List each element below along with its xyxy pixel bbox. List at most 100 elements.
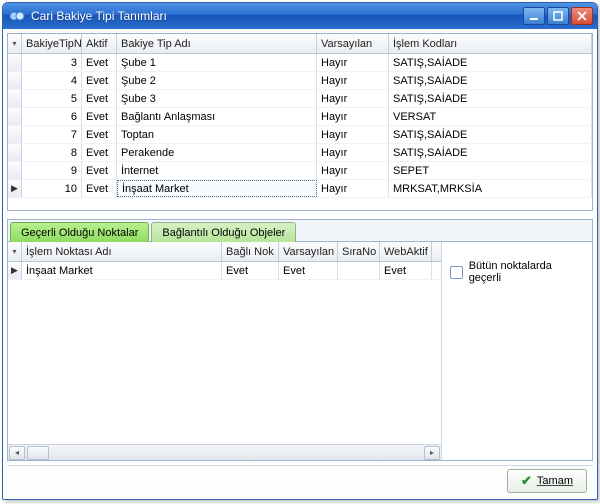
- cell[interactable]: Hayır: [317, 162, 389, 179]
- cell[interactable]: İnşaat Market: [117, 180, 317, 197]
- client-area: ▾ BakiyeTipNo Aktif Bakiye Tip Adı Varsa…: [3, 29, 597, 499]
- cell[interactable]: Evet: [279, 262, 338, 279]
- cell[interactable]: Evet: [82, 162, 117, 179]
- cell[interactable]: Evet: [222, 262, 279, 279]
- scroll-right-icon[interactable]: ▸: [424, 446, 440, 460]
- row-indicator: ▶: [8, 180, 22, 197]
- cell[interactable]: 8: [22, 144, 82, 161]
- cell[interactable]: 4: [22, 72, 82, 89]
- table-row[interactable]: 4EvetŞube 2HayırSATIŞ,SAİADE: [8, 72, 592, 90]
- cell[interactable]: Hayır: [317, 54, 389, 71]
- footer: ✔ Tamam: [7, 465, 593, 495]
- cell[interactable]: Şube 3: [117, 90, 317, 107]
- cell[interactable]: Evet: [380, 262, 432, 279]
- table-row[interactable]: 5EvetŞube 3HayırSATIŞ,SAİADE: [8, 90, 592, 108]
- detail-hscrollbar[interactable]: ◂ ▸: [8, 444, 441, 460]
- cell[interactable]: Evet: [82, 54, 117, 71]
- table-row[interactable]: 6EvetBağlantı AnlaşmasıHayırVERSAT: [8, 108, 592, 126]
- col-ad[interactable]: Bakiye Tip Adı: [117, 34, 317, 53]
- tab-strip: Geçerli Olduğu Noktalar Bağlantılı Olduğ…: [8, 220, 592, 242]
- table-row[interactable]: 9EvetİnternetHayırSEPET: [8, 162, 592, 180]
- grid-header: ▾ BakiyeTipNo Aktif Bakiye Tip Adı Varsa…: [8, 34, 592, 54]
- cell[interactable]: VERSAT: [389, 108, 592, 125]
- cell[interactable]: Hayır: [317, 126, 389, 143]
- cell[interactable]: SATIŞ,SAİADE: [389, 126, 592, 143]
- table-row[interactable]: ▶10Evetİnşaat MarketHayırMRKSAT,MRKSİA: [8, 180, 592, 198]
- cell[interactable]: 5: [22, 90, 82, 107]
- col-no[interactable]: BakiyeTipNo: [22, 34, 82, 53]
- detail-row-selector-header[interactable]: ▾: [8, 242, 22, 261]
- detail-panel: Geçerli Olduğu Noktalar Bağlantılı Olduğ…: [7, 219, 593, 461]
- cell[interactable]: MRKSAT,MRKSİA: [389, 180, 592, 197]
- cell[interactable]: Hayır: [317, 144, 389, 161]
- cell[interactable]: 7: [22, 126, 82, 143]
- cell[interactable]: SATIŞ,SAİADE: [389, 144, 592, 161]
- dcol-ad[interactable]: İşlem Noktası Adı: [22, 242, 222, 261]
- table-row[interactable]: ▶İnşaat MarketEvetEvetEvet: [8, 262, 441, 280]
- cell[interactable]: [338, 262, 380, 279]
- scroll-left-icon[interactable]: ◂: [9, 446, 25, 460]
- cell[interactable]: Evet: [82, 108, 117, 125]
- cell[interactable]: Hayır: [317, 180, 389, 197]
- tab-content: ▾ İşlem Noktası Adı Bağlı Nok Varsayılan…: [8, 242, 592, 460]
- cell[interactable]: Evet: [82, 90, 117, 107]
- all-points-checkbox-row[interactable]: Bütün noktalarda geçerli: [450, 260, 584, 284]
- cell[interactable]: 6: [22, 108, 82, 125]
- minimize-button[interactable]: [523, 7, 545, 25]
- check-icon: ✔: [521, 473, 532, 489]
- row-indicator: [8, 144, 22, 161]
- maximize-button[interactable]: [547, 7, 569, 25]
- tab-valid-points[interactable]: Geçerli Olduğu Noktalar: [10, 222, 149, 242]
- cell[interactable]: Şube 1: [117, 54, 317, 71]
- splitter[interactable]: [7, 211, 593, 219]
- balance-type-grid[interactable]: ▾ BakiyeTipNo Aktif Bakiye Tip Adı Varsa…: [7, 33, 593, 211]
- cell[interactable]: 9: [22, 162, 82, 179]
- row-indicator: [8, 162, 22, 179]
- checkbox-icon[interactable]: [450, 266, 463, 279]
- col-vars[interactable]: Varsayılan: [317, 34, 389, 53]
- cell[interactable]: SATIŞ,SAİADE: [389, 72, 592, 89]
- cell[interactable]: Evet: [82, 180, 117, 197]
- titlebar[interactable]: Cari Bakiye Tipi Tanımları: [3, 3, 597, 29]
- row-indicator: [8, 90, 22, 107]
- tab-linked-objects[interactable]: Bağlantılı Olduğu Objeler: [151, 222, 296, 242]
- row-indicator: [8, 108, 22, 125]
- cell[interactable]: SEPET: [389, 162, 592, 179]
- window-frame: Cari Bakiye Tipi Tanımları ▾ BakiyeTipNo…: [2, 2, 598, 500]
- table-row[interactable]: 8EvetPerakendeHayırSATIŞ,SAİADE: [8, 144, 592, 162]
- scroll-thumb[interactable]: [27, 446, 49, 460]
- table-row[interactable]: 7EvetToptanHayırSATIŞ,SAİADE: [8, 126, 592, 144]
- cell[interactable]: Toptan: [117, 126, 317, 143]
- detail-grid[interactable]: ▾ İşlem Noktası Adı Bağlı Nok Varsayılan…: [8, 242, 442, 460]
- cell[interactable]: Şube 2: [117, 72, 317, 89]
- ok-button[interactable]: ✔ Tamam: [507, 469, 587, 493]
- dcol-bagli[interactable]: Bağlı Nok: [222, 242, 279, 261]
- cell[interactable]: İnternet: [117, 162, 317, 179]
- cell[interactable]: Evet: [82, 144, 117, 161]
- cell[interactable]: Perakende: [117, 144, 317, 161]
- cell[interactable]: Evet: [82, 72, 117, 89]
- cell[interactable]: Hayır: [317, 90, 389, 107]
- cell[interactable]: Bağlantı Anlaşması: [117, 108, 317, 125]
- cell[interactable]: SATIŞ,SAİADE: [389, 54, 592, 71]
- col-kod[interactable]: İşlem Kodları: [389, 34, 592, 53]
- row-indicator: [8, 54, 22, 71]
- cell[interactable]: SATIŞ,SAİADE: [389, 90, 592, 107]
- cell[interactable]: 3: [22, 54, 82, 71]
- side-options: Bütün noktalarda geçerli: [442, 242, 592, 460]
- cell[interactable]: Hayır: [317, 108, 389, 125]
- grid-body[interactable]: 3EvetŞube 1HayırSATIŞ,SAİADE4EvetŞube 2H…: [8, 54, 592, 210]
- cell[interactable]: Evet: [82, 126, 117, 143]
- dcol-sira[interactable]: SıraNo: [338, 242, 380, 261]
- detail-grid-body[interactable]: ▶İnşaat MarketEvetEvetEvet: [8, 262, 441, 444]
- dcol-web[interactable]: WebAktif: [380, 242, 432, 261]
- close-button[interactable]: [571, 7, 593, 25]
- cell[interactable]: İnşaat Market: [22, 262, 222, 279]
- row-indicator: [8, 126, 22, 143]
- dcol-vars[interactable]: Varsayılan: [279, 242, 338, 261]
- table-row[interactable]: 3EvetŞube 1HayırSATIŞ,SAİADE: [8, 54, 592, 72]
- col-aktif[interactable]: Aktif: [82, 34, 117, 53]
- cell[interactable]: Hayır: [317, 72, 389, 89]
- cell[interactable]: 10: [22, 180, 82, 197]
- row-selector-header[interactable]: ▾: [8, 34, 22, 53]
